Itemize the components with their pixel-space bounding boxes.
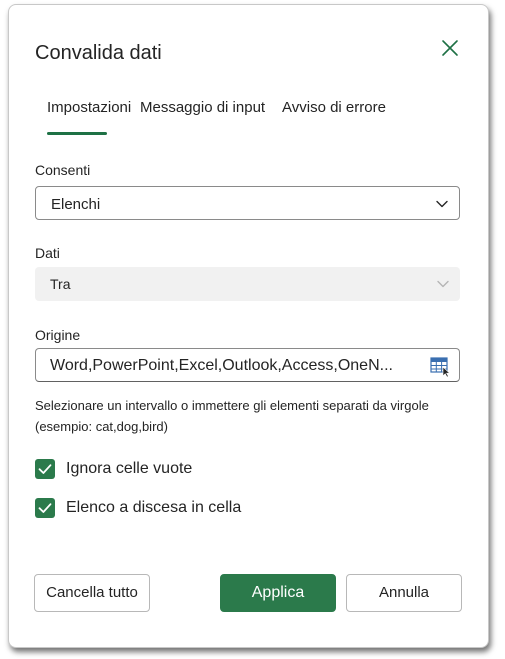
- allow-dropdown-value: Elenchi: [51, 196, 101, 213]
- checkmark-icon: [38, 464, 52, 474]
- data-validation-dialog: Convalida dati Impostazioni Messaggio di…: [8, 4, 489, 648]
- tab-messaggio-di-input[interactable]: Messaggio di input: [140, 99, 265, 116]
- in-cell-dropdown-label: Elenco a discesa in cella: [66, 499, 242, 516]
- clear-all-button[interactable]: Cancella tutto: [34, 574, 150, 612]
- ignore-blank-checkbox[interactable]: [35, 459, 55, 479]
- range-picker-icon: [430, 357, 451, 378]
- data-dropdown-value: Tra: [50, 276, 71, 292]
- cancel-button[interactable]: Annulla: [346, 574, 462, 612]
- apply-button[interactable]: Applica: [220, 574, 336, 612]
- chevron-down-icon: [436, 200, 448, 208]
- selected-tab-indicator: [47, 132, 107, 135]
- source-input-value: Word,PowerPoint,Excel,Outlook,Access,One…: [50, 357, 393, 374]
- tab-avviso-di-errore[interactable]: Avviso di errore: [282, 99, 386, 116]
- source-help-text: Selezionare un intervallo o immettere gl…: [35, 398, 429, 434]
- in-cell-dropdown-option[interactable]: Elenco a discesa in cella: [35, 498, 265, 520]
- close-button[interactable]: [437, 35, 463, 61]
- close-icon: [442, 40, 458, 56]
- checkmark-icon: [38, 503, 52, 513]
- dialog-title: Convalida dati: [35, 42, 162, 64]
- source-label: Origine: [35, 327, 81, 343]
- allow-dropdown[interactable]: Elenchi: [35, 186, 460, 220]
- chevron-down-icon: [437, 280, 449, 288]
- range-picker-button[interactable]: [429, 355, 451, 378]
- data-label: Dati: [35, 245, 60, 261]
- ignore-blank-option[interactable]: Ignora celle vuote: [35, 459, 235, 481]
- ignore-blank-label: Ignora celle vuote: [66, 460, 193, 477]
- in-cell-dropdown-checkbox[interactable]: [35, 498, 55, 518]
- allow-label: Consenti: [35, 162, 91, 178]
- data-dropdown: Tra: [35, 267, 460, 301]
- tab-bar: Impostazioni Messaggio di input Avviso d…: [9, 99, 488, 139]
- source-input[interactable]: Word,PowerPoint,Excel,Outlook,Access,One…: [35, 348, 460, 382]
- tab-impostazioni[interactable]: Impostazioni: [47, 99, 131, 116]
